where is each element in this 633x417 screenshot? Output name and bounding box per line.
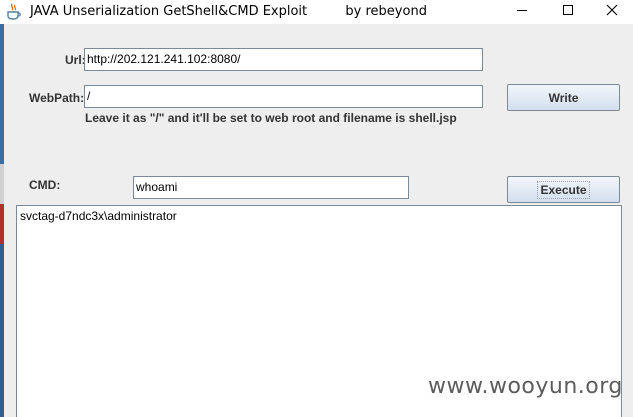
window-left-edge [0,24,4,417]
watermark: www.wooyun.org [428,374,623,399]
cmd-input[interactable]: whoami [133,176,409,199]
maximize-icon [562,3,574,21]
minimize-icon [516,3,528,21]
write-button-label: Write [548,90,579,105]
webpath-label: WebPath: [29,91,85,105]
close-icon [606,3,618,21]
webpath-input[interactable]: / [84,85,483,108]
java-cup-icon [6,3,22,21]
cmd-label: CMD: [29,178,61,192]
title-bar: JAVA Unserialization GetShell&CMD Exploi… [0,0,633,24]
execute-button[interactable]: Execute [507,176,620,203]
window-author-text: by rebeyond [345,4,427,19]
window-title: JAVA Unserialization GetShell&CMD Exploi… [30,4,427,19]
close-button[interactable] [589,0,633,24]
url-label: Url: [65,53,86,67]
write-button[interactable]: Write [507,84,620,111]
maximize-button[interactable] [545,0,591,24]
webpath-hint: Leave it as "/" and it'll be set to web … [85,111,457,125]
window-title-text: JAVA Unserialization GetShell&CMD Exploi… [30,4,308,19]
minimize-button[interactable] [499,0,545,24]
url-input[interactable]: http://202.121.241.102:8080/ [84,48,483,71]
execute-button-label: Execute [537,180,590,199]
